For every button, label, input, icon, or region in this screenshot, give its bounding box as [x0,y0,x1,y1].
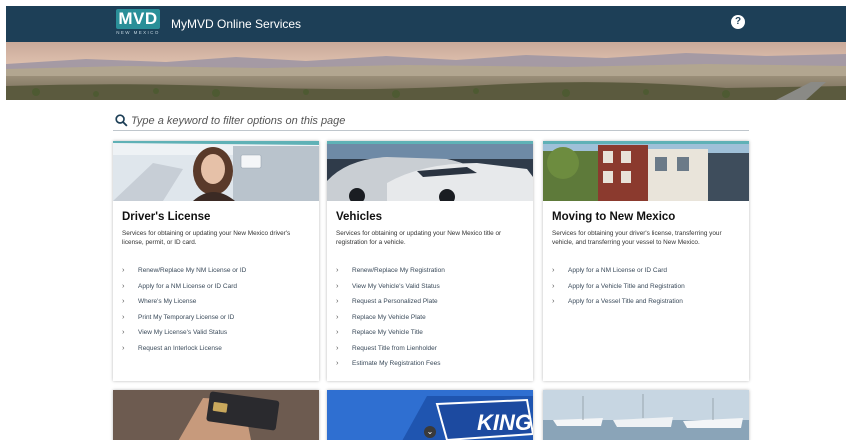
sign-text: KING [477,410,532,435]
chevron-right-icon: › [336,296,339,305]
link-label: View My License's Valid Status [138,329,228,336]
link-replace-plate[interactable]: › Replace My Vehicle Plate [336,312,528,328]
card-description: Services for obtaining or updating your … [336,230,502,246]
link-print-temporary-license[interactable]: › Print My Temporary License or ID [122,312,314,328]
link-license-valid-status[interactable]: › View My License's Valid Status [122,327,314,343]
chevron-right-icon: › [336,265,339,274]
card-link-list: › Apply for a NM License or ID Card › Appl… [552,265,744,312]
link-label: Apply for a Vessel Title and Registratio… [568,298,683,305]
link-label: Replace My Vehicle Plate [352,313,426,321]
link-renew-registration[interactable]: › Renew/Replace My Registration [336,265,528,281]
chevron-right-icon: › [336,358,339,367]
link-label: Request a Personalized Plate [352,298,438,305]
card-payment-photo[interactable] [113,390,319,440]
link-apply-vessel-title[interactable]: › Apply for a Vessel Title and Registrati… [552,296,744,312]
logo-subtext: NEW MEXICO [116,30,160,35]
card-moving-to-new-mexico: Moving to New Mexico Services for obtain… [543,141,749,381]
chevron-right-icon: › [552,296,555,305]
chevron-right-icon: › [122,342,125,352]
link-replace-title[interactable]: › Replace My Vehicle Title [336,327,528,343]
chevron-right-icon: › [122,327,125,336]
card-marina-photo[interactable] [543,390,749,440]
chevron-right-icon: › [122,296,125,305]
link-vehicle-valid-status[interactable]: › View My Vehicle's Valid Status [336,281,528,297]
link-label: Where's My License [138,298,197,305]
link-label: View My Vehicle's Valid Status [352,282,440,290]
card-drivers-license: Driver's License Services for obtaining … [113,141,319,381]
mvd-logo[interactable]: MVD NEW MEXICO [116,9,160,39]
card-title: Moving to New Mexico [552,211,676,223]
search-input[interactable] [131,111,731,130]
link-label: Renew/Replace My NM License or ID [138,267,247,274]
top-header-bar: MVD NEW MEXICO MyMVD Online Services ? [6,6,846,42]
chevron-right-icon: › [552,265,555,274]
link-label: Replace My Vehicle Title [352,329,423,336]
link-wheres-my-license[interactable]: › Where's My License [122,296,314,312]
chevron-right-icon: › [336,311,339,321]
chevron-right-icon: › [336,342,339,352]
link-interlock-license[interactable]: › Request an Interlock License [122,343,314,359]
chevron-right-icon: › [122,311,125,321]
link-title-from-lienholder[interactable]: › Request Title from Lienholder [336,343,528,359]
card-title: Vehicles [336,211,383,223]
search-icon[interactable] [115,114,128,127]
chevron-right-icon: › [122,265,125,274]
link-label: Apply for a Vehicle Title and Registrati… [568,282,685,290]
link-label: Request an Interlock License [138,344,222,352]
help-icon[interactable]: ? [731,15,745,29]
hero-banner-image [6,42,846,100]
link-label: Apply for a NM License or ID Card [138,282,237,290]
card-description: Services for obtaining your driver's lic… [552,230,722,246]
chevron-down-icon[interactable]: ⌄ [424,426,436,438]
link-label: Request Title from Lienholder [352,344,437,352]
link-apply-license[interactable]: › Apply for a NM License or ID Card [122,281,314,297]
card-description: Services for obtaining or updating your … [122,230,291,246]
vehicles-photo [327,141,533,201]
link-estimate-fees[interactable]: › Estimate My Registration Fees [336,358,528,374]
link-label: Estimate My Registration Fees [352,360,441,367]
link-label: Print My Temporary License or ID [138,313,235,321]
link-apply-nm-license[interactable]: › Apply for a NM License or ID Card [552,265,744,281]
card-vehicles: Vehicles Services for obtaining or updat… [327,141,533,381]
link-personalized-plate[interactable]: › Request a Personalized Plate [336,296,528,312]
card-title: Driver's License [122,211,211,223]
link-renew-license[interactable]: › Renew/Replace My NM License or ID [122,265,314,281]
filter-search-bar [113,111,749,131]
chevron-right-icon: › [122,280,125,290]
card-link-list: › Renew/Replace My Registration › View My … [336,265,528,374]
card-link-list: › Renew/Replace My NM License or ID › Appl… [122,265,314,358]
link-label: Renew/Replace My Registration [352,267,445,274]
chevron-right-icon: › [552,280,555,290]
chevron-right-icon: › [336,280,339,290]
link-label: Apply for a NM License or ID Card [568,267,667,274]
app-title: MyMVD Online Services [171,17,302,31]
link-apply-vehicle-title[interactable]: › Apply for a Vehicle Title and Registrat… [552,281,744,297]
moving-photo [543,141,749,201]
drivers-license-photo [113,141,319,201]
logo-mark: MVD [116,9,160,29]
chevron-right-icon: › [336,327,339,336]
